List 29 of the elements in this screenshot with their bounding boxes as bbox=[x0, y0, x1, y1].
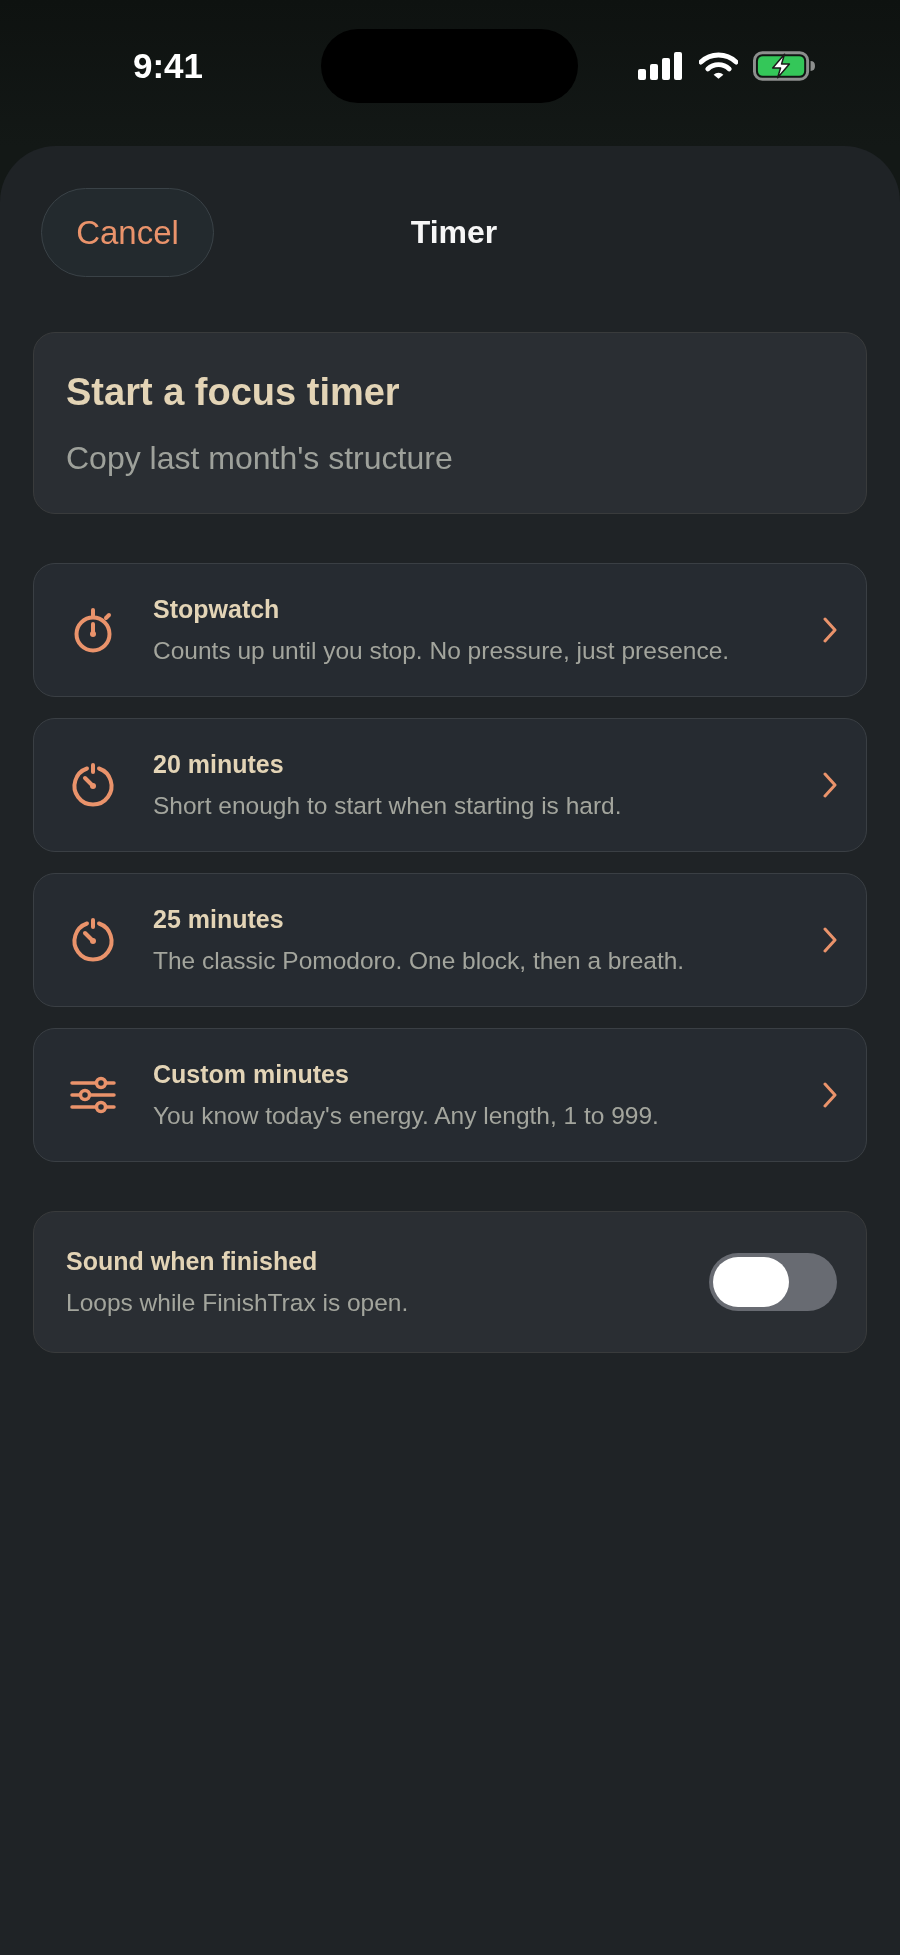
timer-option[interactable]: Stopwatch Counts up until you stop. No pressure, just presence. bbox=[33, 563, 867, 697]
sheet-title: Timer bbox=[410, 214, 498, 251]
option-title: 20 minutes bbox=[153, 749, 284, 779]
option-description: Counts up until you stop. No pressure, just presence. bbox=[153, 636, 730, 666]
option-description: Short enough to start when starting is hard. bbox=[153, 791, 622, 821]
sound-setting-description: Loops while FinishTrax is open. bbox=[66, 1288, 409, 1318]
option-title: 25 minutes bbox=[153, 904, 284, 934]
option-description: You know today's energy. Any length, 1 to 999. bbox=[153, 1101, 659, 1131]
signal-icon bbox=[638, 52, 683, 80]
status-time: 9:41 bbox=[133, 46, 205, 86]
chevron-right-icon bbox=[823, 617, 837, 643]
cancel-button[interactable]: Cancel bbox=[41, 188, 214, 277]
timer-icon bbox=[70, 762, 116, 808]
option-title: Custom minutes bbox=[153, 1059, 349, 1089]
intro-subtitle: Copy last month's structure bbox=[66, 439, 453, 477]
chevron-right-icon bbox=[823, 927, 837, 953]
timer-icon bbox=[70, 917, 116, 963]
wifi-icon bbox=[699, 52, 738, 80]
timer-option[interactable]: 25 minutes The classic Pomodoro. One block, then a breath. bbox=[33, 873, 867, 1007]
intro-title: Start a focus timer bbox=[66, 370, 400, 415]
sound-setting-title: Sound when finished bbox=[66, 1246, 318, 1276]
chevron-right-icon bbox=[823, 772, 837, 798]
battery-charging-icon bbox=[753, 51, 816, 81]
timer-option[interactable]: 20 minutes Short enough to start when starting is hard. bbox=[33, 718, 867, 852]
option-title: Stopwatch bbox=[153, 594, 280, 624]
timer-option[interactable]: Custom minutes You know today's energy. Any length, 1 to 999. bbox=[33, 1028, 867, 1162]
option-description: The classic Pomodoro. One block, then a breath. bbox=[153, 946, 685, 976]
chevron-right-icon bbox=[823, 1082, 837, 1108]
sound-toggle[interactable] bbox=[709, 1253, 837, 1311]
